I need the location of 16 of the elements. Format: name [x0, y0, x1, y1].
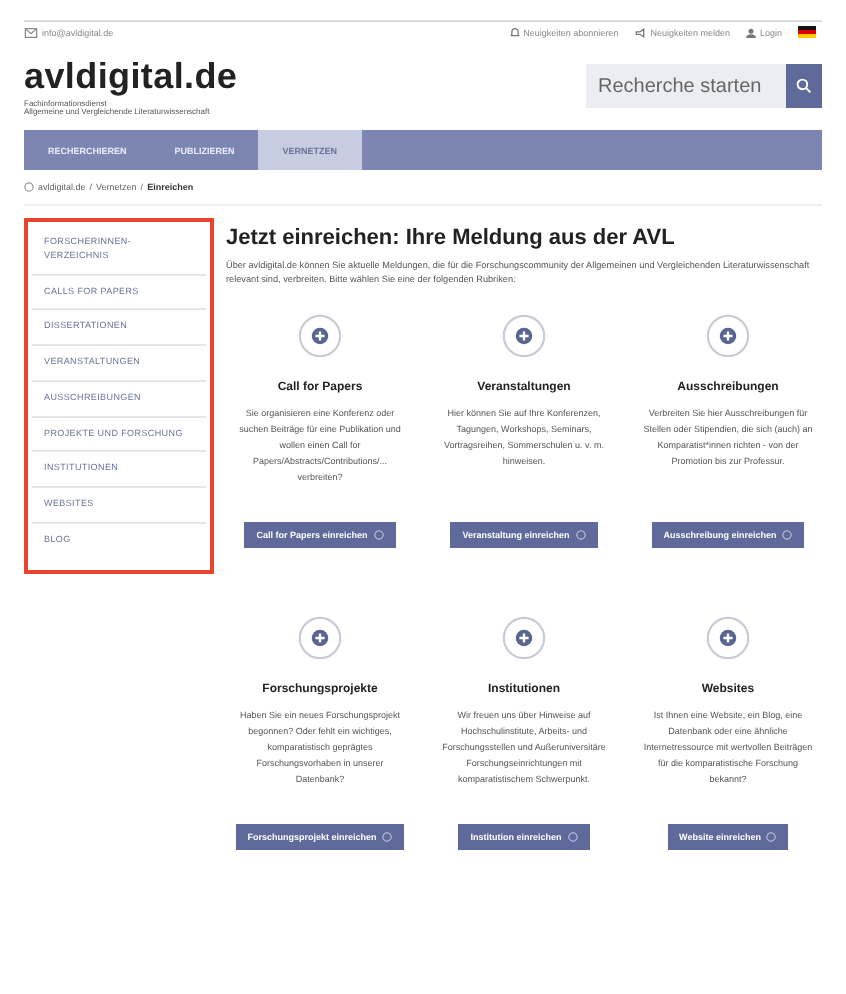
user-icon: [745, 27, 756, 37]
add-icon: [706, 314, 750, 359]
add-icon: [298, 616, 342, 661]
search-icon: [796, 78, 812, 95]
megaphone-icon: [634, 27, 647, 37]
add-icon: [502, 616, 546, 661]
add-icon: [298, 314, 342, 359]
site-logo[interactable]: avldigital.de: [24, 54, 238, 99]
mail-icon: [24, 27, 38, 37]
search-button[interactable]: [786, 64, 822, 109]
page-title: Jetzt einreichen: Ihre Meldung aus der AVL: [226, 226, 677, 251]
flag-icon[interactable]: [798, 26, 816, 38]
add-icon: [706, 616, 750, 661]
bell-icon: [509, 27, 520, 37]
search-field[interactable]: Recherche starten: [586, 64, 786, 109]
add-icon: [502, 314, 546, 359]
